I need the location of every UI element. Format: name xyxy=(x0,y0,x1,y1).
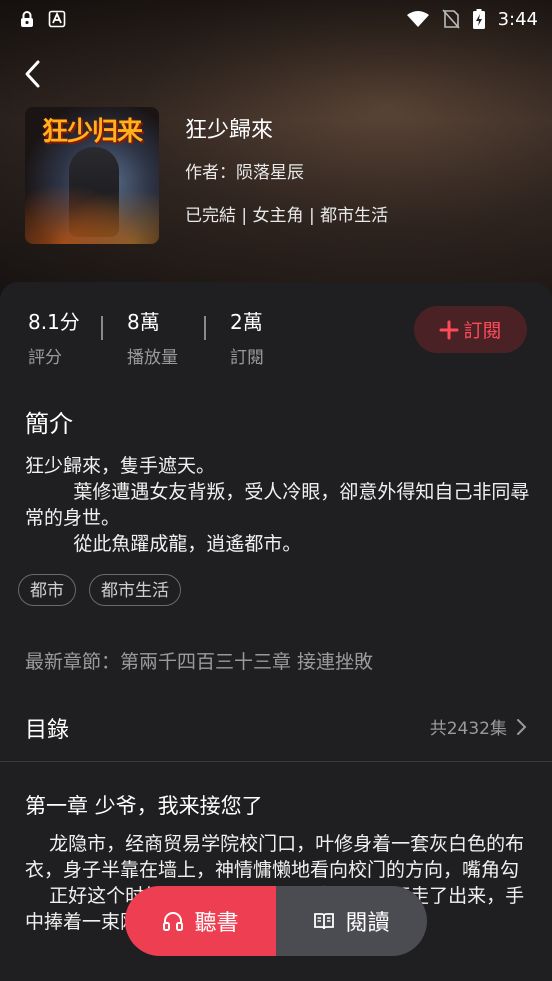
wifi-icon xyxy=(406,11,429,27)
lock-icon xyxy=(21,11,33,27)
action-bar: 聽書 閱讀 xyxy=(125,886,427,956)
headphones-icon xyxy=(163,912,184,931)
book-open-icon xyxy=(314,913,335,930)
tag-chip[interactable]: 都市 xyxy=(18,574,76,606)
listen-button[interactable]: 聽書 xyxy=(125,886,276,956)
cover-flames xyxy=(25,174,159,244)
stat-rating: 8.1分 評分 xyxy=(28,306,80,368)
stat-divider xyxy=(204,316,206,340)
cover-title: 狂少归来 xyxy=(41,117,143,147)
stat-divider xyxy=(101,316,103,340)
book-cover[interactable]: 狂少归来 xyxy=(25,107,159,244)
chevron-right-icon xyxy=(517,718,527,735)
stat-subscriptions: 2萬 訂閱 xyxy=(230,306,264,368)
latest-chapter[interactable]: 最新章節：第兩千四百三十三章 接連挫敗 xyxy=(25,647,373,674)
divider xyxy=(0,761,552,762)
subscribe-button[interactable]: 訂閱 xyxy=(414,306,527,353)
stat-rating-label: 評分 xyxy=(28,348,62,368)
clock: 3:44 xyxy=(497,8,538,30)
stat-plays-label: 播放量 xyxy=(127,348,178,368)
status-bar: 3:44 xyxy=(0,0,552,38)
intro-text: 狂少歸來，隻手遮天。 葉修遭遇女友背叛，受人冷眼，卻意外得知自己非同尋常的身世。… xyxy=(25,455,530,555)
stat-plays: 8萬 播放量 xyxy=(127,306,178,368)
chapter-title: 第一章 少爷，我来接您了 xyxy=(25,794,263,818)
battery-charging-icon xyxy=(472,9,485,29)
intro-heading: 簡介 xyxy=(25,410,73,438)
plus-icon xyxy=(439,320,459,339)
book-author: 作者：陨落星辰 xyxy=(185,163,304,183)
detail-panel: 8.1分 評分 8萬 播放量 2萬 訂閱 訂閱 簡介 狂少歸來，隻手遮天。 葉修… xyxy=(0,282,552,981)
back-button[interactable] xyxy=(18,56,50,92)
toc-heading: 目錄 xyxy=(25,718,70,743)
stat-subscriptions-value: 2萬 xyxy=(230,310,263,334)
font-a-icon xyxy=(48,10,66,28)
book-meta-tags: 已完結 | 女主角 | 都市生活 xyxy=(185,206,389,226)
stat-plays-value: 8萬 xyxy=(127,310,160,334)
read-button[interactable]: 閱讀 xyxy=(276,886,427,956)
book-title: 狂少歸來 xyxy=(185,118,274,143)
tag-chip[interactable]: 都市生活 xyxy=(89,574,181,606)
subscribe-label: 訂閱 xyxy=(463,320,502,342)
no-sim-icon xyxy=(441,9,460,29)
chevron-left-icon xyxy=(25,60,40,88)
listen-label: 聽書 xyxy=(194,911,239,936)
stat-subscriptions-label: 訂閱 xyxy=(230,348,264,368)
toc-count: 共2432集 xyxy=(429,719,507,739)
stat-rating-value: 8.1分 xyxy=(28,310,80,334)
read-label: 閱讀 xyxy=(345,911,390,936)
toc-count-link[interactable]: 共2432集 xyxy=(430,714,527,739)
